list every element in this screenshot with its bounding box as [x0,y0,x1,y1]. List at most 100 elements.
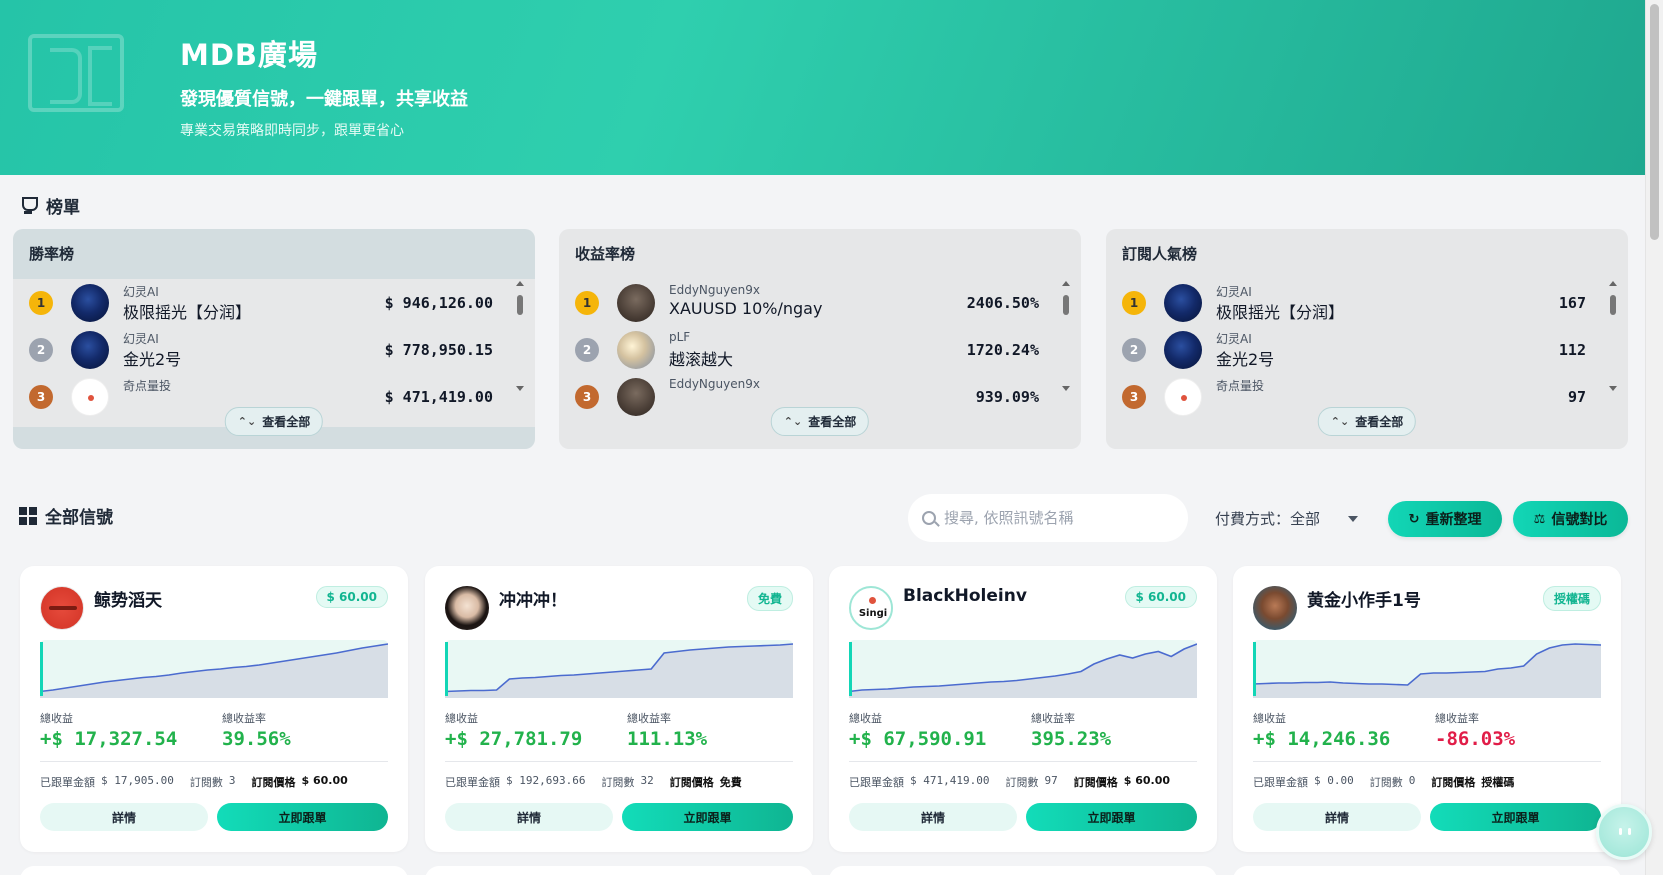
leaderboard-scrollbar[interactable] [1608,281,1618,391]
sub-price-label: 訂閱價格 [1431,776,1476,789]
leaderboard-scrollbar[interactable] [1061,281,1071,391]
expand-icon: ⌃⌄ [783,415,803,428]
signal-name: 极限摇光【分润】 [1216,303,1345,322]
follow-now-button[interactable]: 立即跟單 [622,803,793,831]
scroll-up-icon[interactable] [1062,281,1070,286]
search-icon [922,511,936,525]
sub-price-label: 訂閱價格 [669,776,714,789]
ranking-value: 97 [1567,388,1586,406]
divider [445,761,793,762]
leaderboard-row[interactable]: 1 幻灵AI 极限摇光【分润】 167 [1106,279,1606,325]
detail-button[interactable]: 詳情 [40,803,208,831]
follow-now-button[interactable]: 立即跟單 [217,803,388,831]
ranking-value: $ 471,419.00 [384,388,493,406]
leaderboard-row[interactable]: 2 pLF 越滚越大 1720.24% [559,326,1059,372]
hero-subtitle: 發現優質信號，一鍵跟單，共享收益 [180,89,468,110]
scrollbar-thumb[interactable] [517,295,523,315]
detail-button[interactable]: 詳情 [1253,803,1421,831]
signal-card[interactable]: 黄金小作手1号 授權碼 總收益 總收益率 +$ 14,246.36 -86.03% 已跟單金… [1233,566,1621,852]
signal-owner: 奇点量投 [1216,379,1265,393]
leaderboard-scrollbar[interactable] [515,281,525,391]
signal-owner: pLF [669,330,691,344]
signal-card-partial [1233,866,1621,875]
signal-name: 鲸势滔天 [94,591,162,611]
rank-badge: 1 [575,291,599,315]
view-all-button[interactable]: ⌃⌄ 查看全部 [770,407,870,436]
view-all-label: 查看全部 [808,415,857,429]
follow-now-button[interactable]: 立即跟單 [1026,803,1197,831]
divider [849,761,1197,762]
detail-button[interactable]: 詳情 [849,803,1017,831]
view-all-button[interactable]: ⌃⌄ 查看全部 [224,407,324,436]
leaderboard-row[interactable]: 2 幻灵AI 金光2号 $ 778,950.15 [13,326,513,372]
subscribers-value: 97 [1044,774,1058,787]
subscribers-label: 訂閱數 [189,776,223,789]
total-profit-label: 總收益 [445,712,478,725]
rank-badge: 2 [29,338,53,362]
subscribers-value: 0 [1408,774,1416,787]
leaderboard-row[interactable]: 1 EddyNguyen9x XAUUSD 10%/ngay 2406.50% [559,279,1059,325]
scroll-down-icon[interactable] [516,386,524,391]
sub-price-value: $ 60.00 [1123,774,1171,787]
followed-amount-label: 已跟單金額 [445,776,500,789]
signal-owner: 幻灵AI [1216,332,1252,346]
scrollbar-thumb[interactable] [1063,295,1069,315]
view-all-label: 查看全部 [262,415,311,429]
scroll-up-icon[interactable] [516,281,524,286]
signal-meta: 已跟單金額 $ 471,419.00 訂閱數 97 訂閱價格 $ 60.00 [849,774,1170,790]
refresh-button[interactable]: ↻ 重新整理 [1388,501,1502,537]
price-badge: $ 60.00 [315,586,388,608]
sub-price-label: 訂閱價格 [251,776,296,789]
search-input[interactable] [944,509,1174,527]
signal-card[interactable]: Singi BlackHoleinv $ 60.00 總收益 總收益率 +$ 67,590… [829,566,1217,852]
scrollbar-thumb[interactable] [1610,295,1616,315]
leaderboard-list[interactable]: 1 EddyNguyen9x XAUUSD 10%/ngay 2406.50% 2 pLF… [559,279,1081,427]
avatar [445,586,489,630]
signal-card[interactable]: 鲸势滔天 $ 60.00 總收益 總收益率 +$ 17,327.54 39.56% 已跟單金… [20,566,408,852]
sub-price-label: 訂閱價格 [1073,776,1118,789]
page-scrollbar[interactable] [1645,0,1663,875]
avatar [1253,586,1297,630]
ranking-value: 1720.24% [966,341,1039,359]
signal-name: 极限摇光【分润】 [123,303,252,322]
divider [1253,761,1601,762]
total-return-label: 總收益率 [627,712,671,725]
rank-badge: 2 [1122,338,1146,362]
signal-name: XAUUSD 10%/ngay [669,299,823,318]
scroll-down-icon[interactable] [1062,386,1070,391]
signal-owner: 幻灵AI [1216,285,1252,299]
sub-price-value: 免費 [719,776,742,789]
leaderboard-row[interactable]: 1 幻灵AI 极限摇光【分润】 $ 946,126.00 [13,279,513,325]
signal-card[interactable]: 冲冲冲！ 免費 總收益 總收益率 +$ 27,781.79 111.13% 已跟單金額 $ 1… [425,566,813,852]
signal-name: 黄金小作手1号 [1307,591,1421,611]
page-title: MDB廣場 [180,38,319,72]
detail-button[interactable]: 詳情 [445,803,613,831]
search-box[interactable] [908,494,1188,542]
expand-icon: ⌃⌄ [1330,415,1350,428]
leaderboard-row[interactable]: 2 幻灵AI 金光2号 112 [1106,326,1606,372]
chat-bot-icon[interactable] [1596,804,1652,860]
signals-title: 全部信號 [45,508,113,528]
avatar [617,284,655,322]
ranking-value: 167 [1558,294,1586,312]
payment-filter-select[interactable]: 付費方式：全部 [1215,508,1359,529]
avatar [617,331,655,369]
signals-header: 全部信號 [19,503,113,528]
signal-owner: EddyNguyen9x [669,377,760,391]
follow-now-button[interactable]: 立即跟單 [1430,803,1601,831]
total-profit-label: 總收益 [849,712,882,725]
followed-amount-value: $ 471,419.00 [910,774,990,787]
leaderboard-list[interactable]: 1 幻灵AI 极限摇光【分润】 167 2 幻灵AI 金光2号 112 3 奇点量投 97 [1106,279,1628,427]
compare-signals-button[interactable]: ⚖ 信號對比 [1513,501,1628,537]
page-scrollbar-thumb[interactable] [1650,4,1659,240]
view-all-button[interactable]: ⌃⌄ 查看全部 [1317,407,1417,436]
signal-meta: 已跟單金額 $ 192,693.66 訂閱數 32 訂閱價格 免費 [445,774,742,790]
rank-badge: 3 [1122,385,1146,409]
leaderboard-list[interactable]: 1 幻灵AI 极限摇光【分润】 $ 946,126.00 2 幻灵AI 金光2号 $ 778,… [13,279,535,427]
total-return-value: -86.03% [1435,728,1516,750]
equity-chart [445,640,793,698]
scroll-down-icon[interactable] [1609,386,1617,391]
followed-amount-value: $ 17,905.00 [101,774,174,787]
signal-owner: 幻灵AI [123,332,159,346]
scroll-up-icon[interactable] [1609,281,1617,286]
